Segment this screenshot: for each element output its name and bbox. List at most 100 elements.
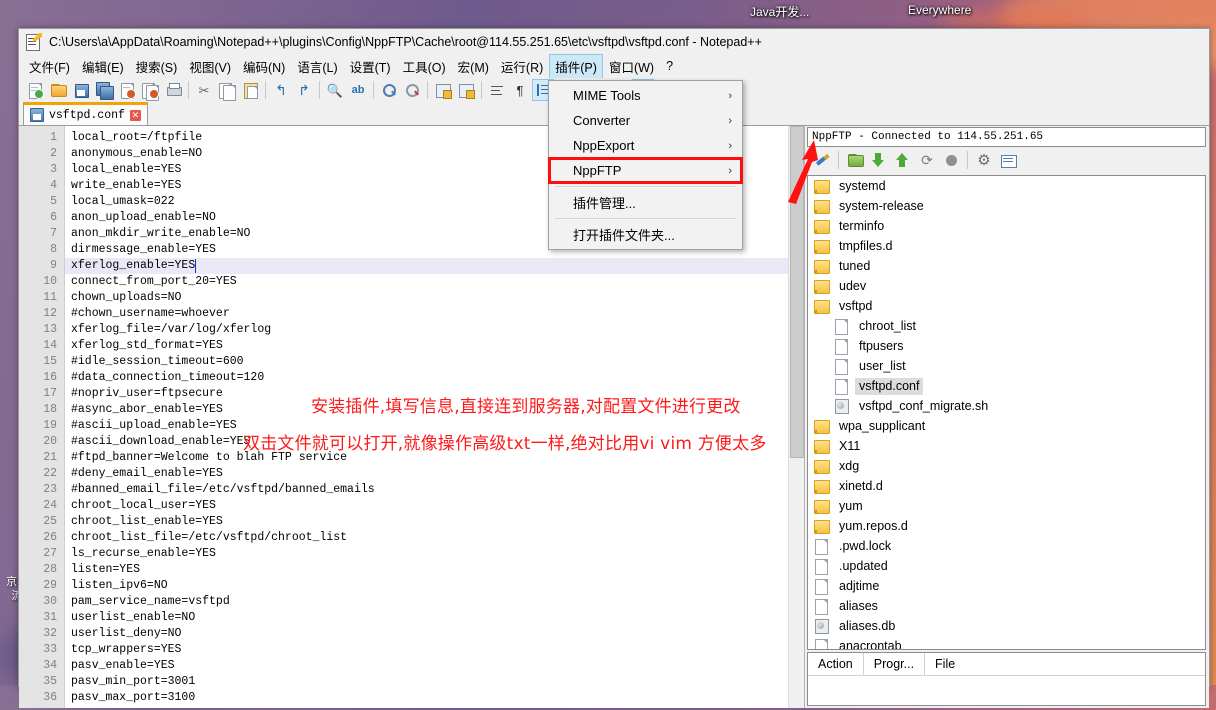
- code-line[interactable]: ls_recurse_enable=YES: [65, 546, 804, 562]
- cut-icon[interactable]: ✂: [193, 79, 215, 101]
- code-line[interactable]: connect_from_port_20=YES: [65, 274, 804, 290]
- close-icon[interactable]: ✕: [129, 109, 141, 121]
- menu-help[interactable]: ?: [660, 56, 679, 76]
- abort-icon[interactable]: [940, 149, 962, 171]
- queue-column-file[interactable]: File: [925, 653, 1205, 675]
- sync-vertical-scroll-icon[interactable]: [432, 79, 454, 101]
- tab-vsftpd-conf[interactable]: vsftpd.conf ✕: [23, 102, 148, 125]
- new-file-icon[interactable]: [24, 79, 46, 101]
- code-line[interactable]: userlist_deny=NO: [65, 626, 804, 642]
- menu-window[interactable]: 窗口(W): [603, 54, 660, 79]
- editor-vertical-scrollbar[interactable]: [788, 126, 804, 708]
- menu-item-open-plugins-folder[interactable]: 打开插件文件夹...: [549, 222, 742, 247]
- find-icon[interactable]: 🔍: [324, 79, 346, 101]
- tree-file-row[interactable]: anacrontab: [808, 636, 1205, 649]
- tree-folder-row[interactable]: yum.repos.d: [808, 516, 1205, 536]
- zoom-in-icon[interactable]: [378, 79, 400, 101]
- tree-folder-row[interactable]: X11: [808, 436, 1205, 456]
- queue-column-progress[interactable]: Progr...: [864, 653, 926, 675]
- desktop-label-java[interactable]: Java开发...: [750, 3, 809, 20]
- code-line[interactable]: #data_connection_timeout=120: [65, 370, 804, 386]
- tree-folder-row[interactable]: vsftpd: [808, 296, 1205, 316]
- code-line[interactable]: chroot_list_file=/etc/vsftpd/chroot_list: [65, 530, 804, 546]
- tree-folder-row[interactable]: udev: [808, 276, 1205, 296]
- menu-item-converter[interactable]: Converter ›: [549, 108, 742, 133]
- code-line[interactable]: xferlog_enable=YES: [65, 258, 804, 274]
- tree-folder-row[interactable]: system-release: [808, 196, 1205, 216]
- tree-file-row[interactable]: ftpusers: [808, 336, 1205, 356]
- sync-horizontal-scroll-icon[interactable]: [455, 79, 477, 101]
- code-line[interactable]: listen_ipv6=NO: [65, 578, 804, 594]
- code-line[interactable]: xferlog_std_format=YES: [65, 338, 804, 354]
- code-line[interactable]: chroot_list_enable=YES: [65, 514, 804, 530]
- tree-file-row[interactable]: .updated: [808, 556, 1205, 576]
- tree-file-row[interactable]: .pwd.lock: [808, 536, 1205, 556]
- ftp-file-tree[interactable]: systemd system-release terminfo tmpfiles.d t…: [807, 175, 1206, 650]
- menu-run[interactable]: 运行(R): [495, 54, 549, 79]
- menu-language[interactable]: 语言(L): [291, 54, 343, 79]
- menu-plugins[interactable]: 插件(P): [549, 54, 603, 78]
- tree-folder-row[interactable]: xdg: [808, 456, 1205, 476]
- code-line[interactable]: listen=YES: [65, 562, 804, 578]
- tree-file-row[interactable]: user_list: [808, 356, 1205, 376]
- tree-folder-row[interactable]: terminfo: [808, 216, 1205, 236]
- code-line[interactable]: userlist_enable=NO: [65, 610, 804, 626]
- code-line[interactable]: #deny_email_enable=YES: [65, 466, 804, 482]
- redo-icon[interactable]: ↱: [293, 79, 315, 101]
- tree-file-row[interactable]: aliases.db: [808, 616, 1205, 636]
- close-file-icon[interactable]: [116, 79, 138, 101]
- menu-item-mime-tools[interactable]: MIME Tools ›: [549, 83, 742, 108]
- word-wrap-icon[interactable]: [486, 79, 508, 101]
- code-line[interactable]: #chown_username=whoever: [65, 306, 804, 322]
- menu-edit[interactable]: 编辑(E): [76, 54, 130, 79]
- tree-folder-row[interactable]: yum: [808, 496, 1205, 516]
- menu-tools[interactable]: 工具(O): [397, 54, 452, 79]
- menu-item-nppexport[interactable]: NppExport ›: [549, 133, 742, 158]
- open-file-icon[interactable]: [47, 79, 69, 101]
- tree-file-row[interactable]: aliases: [808, 596, 1205, 616]
- tree-folder-row[interactable]: tmpfiles.d: [808, 236, 1205, 256]
- show-all-characters-icon[interactable]: ¶: [509, 79, 531, 101]
- code-line[interactable]: xferlog_file=/var/log/xferlog: [65, 322, 804, 338]
- code-line[interactable]: chroot_local_user=YES: [65, 498, 804, 514]
- save-all-icon[interactable]: [93, 79, 115, 101]
- tree-folder-row[interactable]: tuned: [808, 256, 1205, 276]
- desktop-label-everywhere[interactable]: Everywhere: [908, 3, 971, 17]
- settings-gear-icon[interactable]: ⚙: [973, 149, 995, 171]
- tree-file-row[interactable]: adjtime: [808, 576, 1205, 596]
- menu-item-plugin-manager[interactable]: 插件管理...: [549, 190, 742, 215]
- code-line[interactable]: pam_service_name=vsftpd: [65, 594, 804, 610]
- save-icon[interactable]: [70, 79, 92, 101]
- open-dir-icon[interactable]: [844, 149, 866, 171]
- replace-icon[interactable]: ab: [347, 79, 369, 101]
- zoom-out-icon[interactable]: [401, 79, 423, 101]
- code-line[interactable]: #idle_session_timeout=600: [65, 354, 804, 370]
- tree-file-row[interactable]: vsftpd_conf_migrate.sh: [808, 396, 1205, 416]
- code-line[interactable]: #banned_email_file=/etc/vsftpd/banned_em…: [65, 482, 804, 498]
- tree-file-row[interactable]: chroot_list: [808, 316, 1205, 336]
- menu-view[interactable]: 视图(V): [183, 54, 237, 79]
- code-line[interactable]: pasv_max_port=3100: [65, 690, 804, 706]
- menu-file[interactable]: 文件(F): [23, 54, 76, 79]
- menu-macro[interactable]: 宏(M): [452, 54, 495, 79]
- menu-item-nppftp[interactable]: NppFTP ›: [548, 157, 743, 184]
- messages-icon[interactable]: [997, 149, 1019, 171]
- undo-icon[interactable]: ↰: [270, 79, 292, 101]
- paste-icon[interactable]: [239, 79, 261, 101]
- code-line[interactable]: tcp_wrappers=YES: [65, 642, 804, 658]
- close-all-icon[interactable]: [139, 79, 161, 101]
- refresh-icon[interactable]: ⟳: [916, 149, 938, 171]
- copy-icon[interactable]: [216, 79, 238, 101]
- tree-folder-row[interactable]: xinetd.d: [808, 476, 1205, 496]
- queue-column-action[interactable]: Action: [808, 653, 864, 675]
- menu-settings[interactable]: 设置(T): [344, 54, 397, 79]
- menu-encoding[interactable]: 编码(N): [237, 54, 291, 79]
- code-line[interactable]: pasv_min_port=3001: [65, 674, 804, 690]
- print-icon[interactable]: [162, 79, 184, 101]
- tree-folder-row[interactable]: systemd: [808, 176, 1205, 196]
- menu-search[interactable]: 搜索(S): [130, 54, 184, 79]
- tree-file-row[interactable]: vsftpd.conf: [808, 376, 1205, 396]
- download-icon[interactable]: [868, 149, 890, 171]
- upload-icon[interactable]: [892, 149, 914, 171]
- tree-folder-row[interactable]: wpa_supplicant: [808, 416, 1205, 436]
